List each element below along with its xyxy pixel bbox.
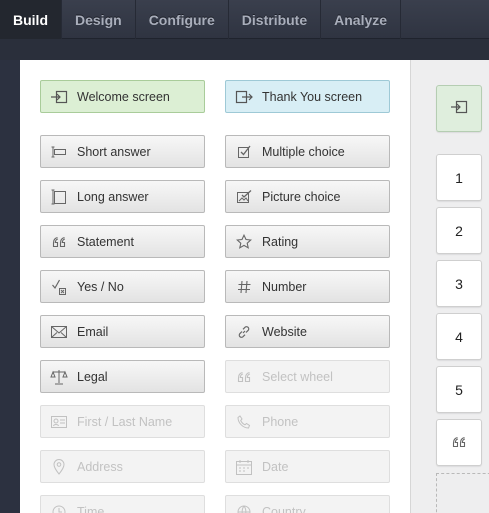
short-answer-label: Short answer xyxy=(77,144,151,159)
quote-icon xyxy=(41,226,77,257)
first-last-name-button: First / Last Name xyxy=(40,405,205,438)
yes-no-label: Yes / No xyxy=(77,279,124,294)
tab-configure[interactable]: Configure xyxy=(136,0,229,39)
thank-you-screen-button[interactable]: Thank You screen xyxy=(225,80,390,113)
select-wheel-label: Select wheel xyxy=(262,369,333,384)
welcome-screen-label: Welcome screen xyxy=(77,89,170,104)
sequence-item-1[interactable]: 1 xyxy=(436,154,482,201)
statement-button[interactable]: Statement xyxy=(40,225,205,258)
picture-choice-label: Picture choice xyxy=(262,189,341,204)
legal-label: Legal xyxy=(77,369,108,384)
hash-icon xyxy=(226,271,262,302)
exit-icon xyxy=(226,81,262,112)
enter-icon xyxy=(450,100,468,117)
statement-label: Statement xyxy=(77,234,134,249)
form-sequence-column: 1 2 3 4 5 xyxy=(410,60,489,513)
top-navigation: Build Design Configure Distribute Analyz… xyxy=(0,0,489,39)
sequence-item-2[interactable]: 2 xyxy=(436,207,482,254)
time-button: Time xyxy=(40,495,205,513)
long-answer-label: Long answer xyxy=(77,189,149,204)
scales-icon xyxy=(41,361,77,392)
enter-icon xyxy=(41,81,77,112)
picture-choice-button[interactable]: Picture choice xyxy=(225,180,390,213)
quote-icon xyxy=(226,361,262,392)
long-answer-icon xyxy=(41,181,77,212)
short-answer-icon xyxy=(41,136,77,167)
country-button: Country xyxy=(225,495,390,513)
globe-icon xyxy=(226,496,262,513)
number-button[interactable]: Number xyxy=(225,270,390,303)
envelope-icon xyxy=(41,316,77,347)
email-button[interactable]: Email xyxy=(40,315,205,348)
tab-build[interactable]: Build xyxy=(0,0,62,39)
address-label: Address xyxy=(77,459,123,474)
tab-analyze[interactable]: Analyze xyxy=(321,0,402,39)
number-label: Number xyxy=(262,279,307,294)
multiple-choice-label: Multiple choice xyxy=(262,144,345,159)
select-wheel-button: Select wheel xyxy=(225,360,390,393)
thank-you-screen-label: Thank You screen xyxy=(262,89,363,104)
rating-button[interactable]: Rating xyxy=(225,225,390,258)
sequence-item-3[interactable]: 3 xyxy=(436,260,482,307)
sequence-item-4[interactable]: 4 xyxy=(436,313,482,360)
legal-button[interactable]: Legal xyxy=(40,360,205,393)
date-label: Date xyxy=(262,459,289,474)
tab-design[interactable]: Design xyxy=(62,0,136,39)
first-last-name-label: First / Last Name xyxy=(77,414,173,429)
link-icon xyxy=(226,316,262,347)
checkbox-icon xyxy=(226,136,262,167)
website-button[interactable]: Website xyxy=(225,315,390,348)
time-label: Time xyxy=(77,504,105,513)
phone-icon xyxy=(226,406,262,437)
yes-no-button[interactable]: Yes / No xyxy=(40,270,205,303)
sequence-item-5[interactable]: 5 xyxy=(436,366,482,413)
clock-icon xyxy=(41,496,77,513)
phone-button: Phone xyxy=(225,405,390,438)
star-icon xyxy=(226,226,262,257)
map-pin-icon xyxy=(41,451,77,482)
sequence-drop-zone[interactable] xyxy=(436,473,489,513)
toolbar-band xyxy=(0,39,489,60)
sequence-statement-slot[interactable] xyxy=(436,419,482,466)
rating-label: Rating xyxy=(262,234,299,249)
date-button: Date xyxy=(225,450,390,483)
short-answer-button[interactable]: Short answer xyxy=(40,135,205,168)
tab-distribute[interactable]: Distribute xyxy=(229,0,322,39)
long-answer-button[interactable]: Long answer xyxy=(40,180,205,213)
website-label: Website xyxy=(262,324,307,339)
calendar-icon xyxy=(226,451,262,482)
quote-icon xyxy=(452,435,466,451)
country-label: Country xyxy=(262,504,306,513)
picture-check-icon xyxy=(226,181,262,212)
welcome-screen-button[interactable]: Welcome screen xyxy=(40,80,205,113)
email-label: Email xyxy=(77,324,109,339)
phone-label: Phone xyxy=(262,414,299,429)
yes-no-icon xyxy=(41,271,77,302)
field-palette: Welcome screen Thank You screen Short an… xyxy=(20,60,410,513)
sequence-welcome-slot[interactable] xyxy=(436,85,482,132)
multiple-choice-button[interactable]: Multiple choice xyxy=(225,135,390,168)
address-button: Address xyxy=(40,450,205,483)
id-card-icon xyxy=(41,406,77,437)
